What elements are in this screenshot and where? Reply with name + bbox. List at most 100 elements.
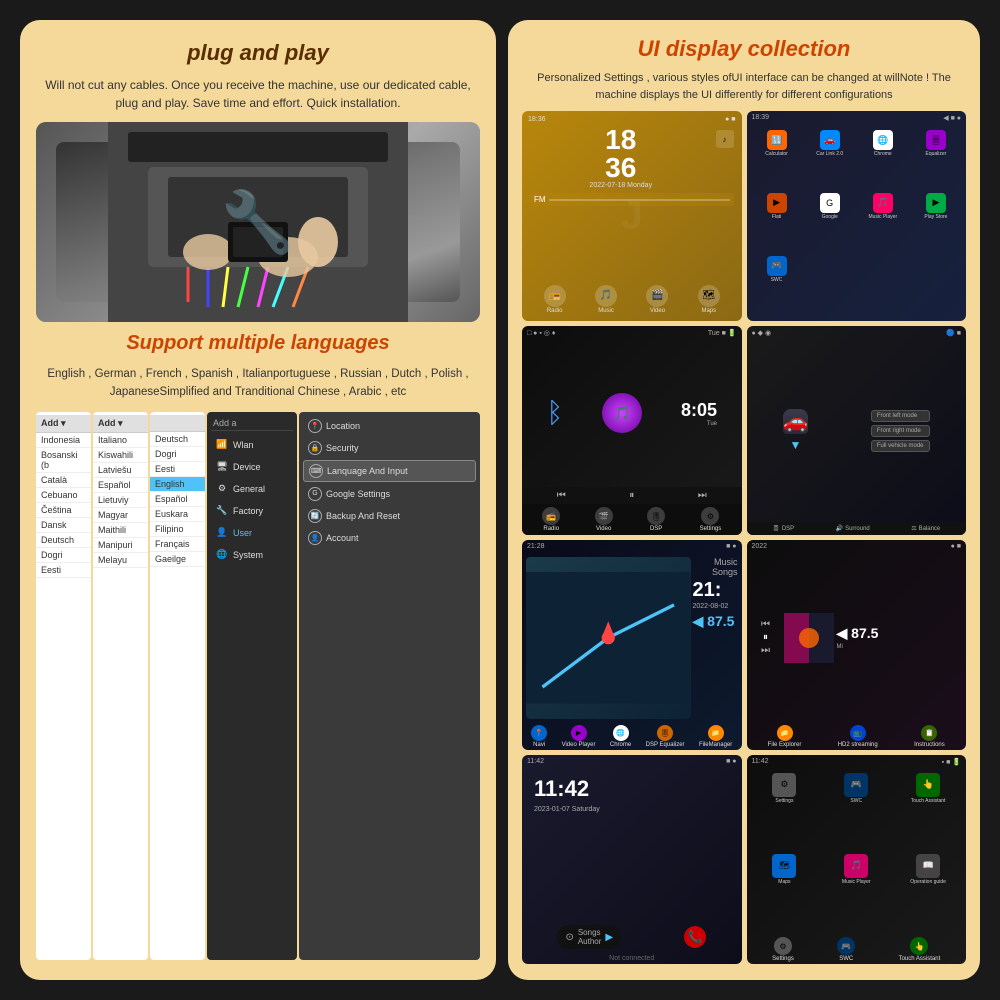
- cell6-instructions-icon[interactable]: 📋 Instructions: [914, 725, 945, 748]
- cell7-phone-icon[interactable]: 📞: [684, 926, 706, 948]
- cell5-navi-icon[interactable]: 📍 Navi: [531, 725, 547, 748]
- lang-item[interactable]: Magyar: [93, 508, 148, 523]
- cell8-touchassist-bottom[interactable]: 👆 Touch Assistant: [899, 937, 941, 962]
- cell3-settings-icon[interactable]: ⚙ Settings: [700, 507, 722, 532]
- cell8-signals: ▪ ■ 🔋: [942, 758, 961, 766]
- cell5-dsp-icon[interactable]: 🎚 DSP Equalizer: [646, 725, 685, 748]
- app-flati[interactable]: ▶ Flati: [752, 193, 802, 253]
- lang-item[interactable]: Čeština: [36, 503, 91, 518]
- submenu-location[interactable]: 📍 Location: [303, 416, 476, 436]
- dsp-full-vehicle-btn[interactable]: Full vehicle mode: [871, 440, 930, 452]
- lang-item[interactable]: Euskara: [150, 507, 205, 522]
- menu-item-system[interactable]: 🌐 System: [211, 545, 293, 565]
- lang-item[interactable]: Deutsch: [150, 432, 205, 447]
- lang-item[interactable]: Español: [150, 492, 205, 507]
- submenu-account[interactable]: 👤 Account: [303, 528, 476, 548]
- op-guide-icon: 📖: [916, 854, 940, 878]
- lang-item[interactable]: Kiswahili: [93, 448, 148, 463]
- app-settings[interactable]: ⚙ Settings: [751, 773, 819, 850]
- cell7-big-clock: 11:42: [528, 772, 736, 806]
- menu-user-label: User: [233, 528, 252, 538]
- bt-next-btn[interactable]: ⏭: [698, 490, 707, 501]
- app-carlink[interactable]: 🚗 Car Link 2.0: [805, 130, 855, 190]
- settings-b-label: Settings: [772, 956, 794, 962]
- cell5-chrome-icon[interactable]: 🌐 Chrome: [610, 725, 631, 748]
- lang-item[interactable]: Cebuano: [36, 488, 91, 503]
- menu-item-user[interactable]: 👤 User: [211, 523, 293, 543]
- cell1-video-icon[interactable]: 🎬 Video: [646, 285, 668, 314]
- lang-item[interactable]: Latviešu: [93, 463, 148, 478]
- lang-item[interactable]: Eesti: [150, 462, 205, 477]
- lang-item[interactable]: Lietuviy: [93, 493, 148, 508]
- hd2-label: HD2 streaming: [838, 742, 878, 748]
- submenu-security-label: Security: [326, 443, 359, 453]
- lang-item[interactable]: Italiano: [93, 433, 148, 448]
- lang-item[interactable]: Français: [150, 537, 205, 552]
- play-btn[interactable]: ⏸: [763, 632, 768, 643]
- ui-cell-music: 2022 ● ■ ⏮ ⏸ ⏭: [747, 540, 967, 750]
- app-playstore[interactable]: ▶ Play Store: [911, 193, 961, 253]
- cell7-prev[interactable]: ⊙: [565, 932, 573, 943]
- submenu-security[interactable]: 🔒 Security: [303, 438, 476, 458]
- cell8-swc-bottom[interactable]: 🎮 SWC: [837, 937, 855, 962]
- cell5-nav-info: MusicSongs 21: 2022-08-02 ◀ 87.5: [693, 557, 738, 719]
- app-swc[interactable]: 🎮 SWC: [752, 256, 802, 316]
- lang-item[interactable]: English: [150, 477, 205, 492]
- cell5-video-icon[interactable]: ▶ Video Player: [562, 725, 596, 748]
- lang-item[interactable]: Indonesia: [36, 433, 91, 448]
- prev-btn[interactable]: ⏮: [761, 619, 770, 630]
- plug-title: plug and play: [36, 40, 480, 66]
- menu-item-device[interactable]: 🖥 Device: [211, 457, 293, 477]
- app-calculator[interactable]: 🔢 Calculator: [752, 130, 802, 190]
- cell1-maps-icon[interactable]: 🗺 Maps: [698, 285, 720, 314]
- cell6-hd2-icon[interactable]: 📺 HD2 streaming: [838, 725, 878, 748]
- app-op-guide[interactable]: 📖 Operation guide: [894, 854, 962, 931]
- cell7-play[interactable]: ▶: [605, 932, 613, 943]
- app-equalizer[interactable]: 🎚 Equalizer: [911, 130, 961, 190]
- dsp-front-left-btn[interactable]: Front left mode: [871, 410, 930, 422]
- touchassist-b-label: Touch Assistant: [899, 956, 941, 962]
- bluetooth-icon: ᛒ: [546, 397, 563, 429]
- menu-item-factory[interactable]: 🔧 Factory: [211, 501, 293, 521]
- lang-item[interactable]: Maithili: [93, 523, 148, 538]
- cell3-radio-icon[interactable]: 📻 Radio: [542, 507, 560, 532]
- app-maps2[interactable]: 🗺 Maps: [751, 854, 819, 931]
- lang-item[interactable]: Gaeilge: [150, 552, 205, 567]
- app-chrome[interactable]: 🌐 Chrome: [858, 130, 908, 190]
- submenu-google[interactable]: G Google Settings: [303, 484, 476, 504]
- bt-play-btn[interactable]: ⏸: [629, 490, 634, 501]
- app-music-player[interactable]: 🎵 Music Player: [858, 193, 908, 253]
- cell1-radio-icon[interactable]: 📻 Radio: [544, 285, 566, 314]
- app-google[interactable]: G Google: [805, 193, 855, 253]
- dsp-front-right-btn[interactable]: Front right mode: [871, 425, 930, 437]
- lang-item[interactable]: Manipuri: [93, 538, 148, 553]
- cell3-video-icon[interactable]: 🎬 Video: [595, 507, 613, 532]
- app-touch-assistant[interactable]: 👆 Touch Assistant: [894, 773, 962, 850]
- cell6-file-icon[interactable]: 📁 File Explorer: [768, 725, 802, 748]
- menu-item-wlan[interactable]: 📶 Wlan: [211, 435, 293, 455]
- lang-item[interactable]: Dogri: [36, 548, 91, 563]
- lang-item[interactable]: Bosanski (b: [36, 448, 91, 473]
- lang-item[interactable]: Dansk: [36, 518, 91, 533]
- cell1-music-icon[interactable]: 🎵 Music: [595, 285, 617, 314]
- submenu-backup[interactable]: 🔄 Backup And Reset: [303, 506, 476, 526]
- app-swc2[interactable]: 🎮 SWC: [822, 773, 890, 850]
- cell5-filemanager-icon[interactable]: 📁 FileManager: [699, 725, 732, 748]
- next-btn[interactable]: ⏭: [761, 645, 770, 656]
- lang-item[interactable]: Español: [93, 478, 148, 493]
- submenu-language[interactable]: ⌨ Lanquage And Input: [303, 460, 476, 482]
- lang-item[interactable]: Filipino: [150, 522, 205, 537]
- menu-item-general[interactable]: ⚙ General: [211, 479, 293, 499]
- lang-item[interactable]: Deutsch: [36, 533, 91, 548]
- playstore-icon: ▶: [926, 193, 946, 213]
- app-music2[interactable]: 🎵 Music Player: [822, 854, 890, 931]
- bt-prev-btn[interactable]: ⏮: [557, 490, 566, 501]
- lang-item[interactable]: Català: [36, 473, 91, 488]
- lang-item[interactable]: Dogri: [150, 447, 205, 462]
- car-installation-image: [36, 122, 480, 322]
- cell3-dsp-icon[interactable]: 🎚 DSP: [647, 507, 665, 532]
- lang-item[interactable]: Melayu: [93, 553, 148, 568]
- cell7-player-bar: ⊙ SongsAuthor ▶: [557, 925, 621, 949]
- lang-item[interactable]: Eesti: [36, 563, 91, 578]
- cell8-settings-bottom[interactable]: ⚙ Settings: [772, 937, 794, 962]
